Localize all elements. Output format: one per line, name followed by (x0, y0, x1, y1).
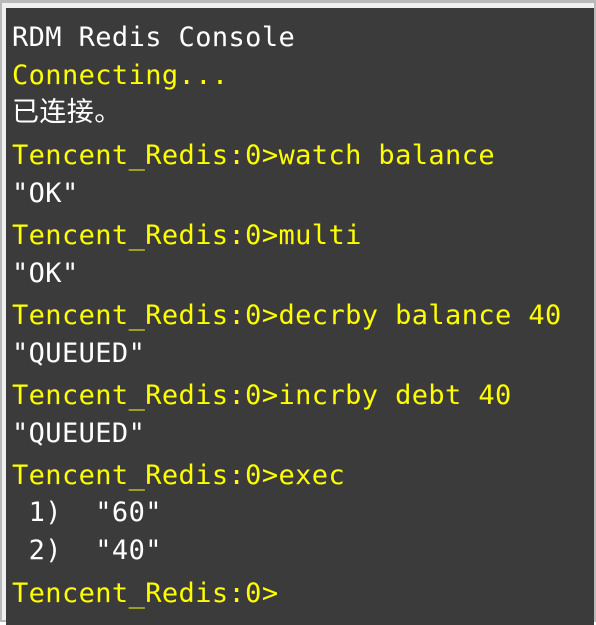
prompt: Tencent_Redis:0> (12, 578, 279, 609)
command-text: watch balance (278, 140, 496, 171)
prompt: Tencent_Redis:0> (12, 380, 279, 411)
prompt: Tencent_Redis:0> (12, 300, 279, 331)
connected-status: 已连接。 (12, 97, 122, 128)
command-text: decrby balance 40 (278, 300, 562, 331)
exec-result-item: 2) "40" (12, 535, 162, 566)
prompt: Tencent_Redis:0> (12, 140, 279, 171)
command-response: "OK" (12, 178, 79, 209)
command-text: exec (278, 460, 346, 491)
command-line: Tencent_Redis:0>exec (12, 459, 345, 493)
exec-result-item: 1) "60" (12, 497, 162, 528)
command-text: multi (278, 220, 362, 251)
command-line: Tencent_Redis:0>watch balance (12, 139, 495, 173)
console-title: RDM Redis Console (12, 22, 296, 53)
connecting-status: Connecting... (12, 60, 229, 91)
command-response: "QUEUED" (12, 338, 146, 369)
console-window-frame: RDM Redis Console Connecting... 已连接。 Ten… (0, 0, 596, 625)
command-line: Tencent_Redis:0>multi (12, 219, 362, 253)
text-cursor (279, 581, 281, 607)
command-response: "QUEUED" (12, 418, 146, 449)
input-line[interactable]: Tencent_Redis:0> (12, 577, 281, 611)
command-line: Tencent_Redis:0>decrby balance 40 (12, 299, 562, 333)
command-response: "OK" (12, 258, 79, 289)
command-text: incrby debt 40 (278, 380, 512, 411)
command-line: Tencent_Redis:0>incrby debt 40 (12, 379, 512, 413)
prompt: Tencent_Redis:0> (12, 460, 279, 491)
console-output[interactable]: RDM Redis Console Connecting... 已连接。 Ten… (6, 8, 594, 625)
prompt: Tencent_Redis:0> (12, 220, 279, 251)
